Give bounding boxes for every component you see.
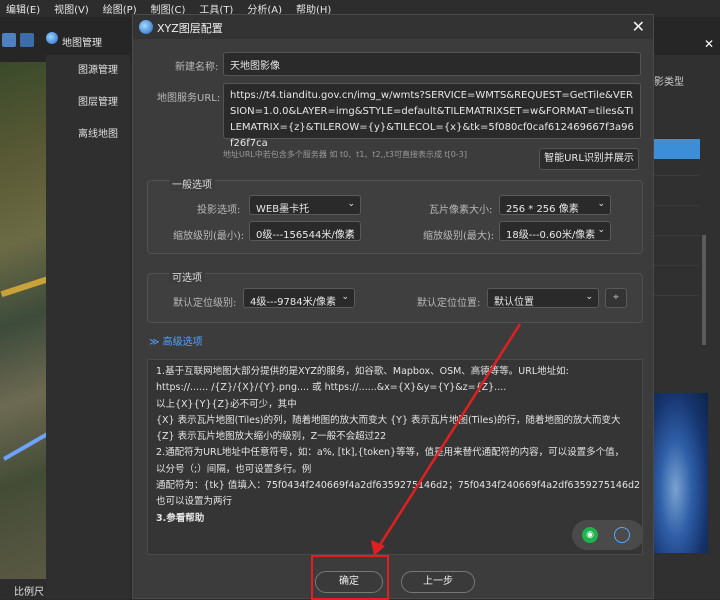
default-zoom-label: 默认定位级别: — [173, 298, 237, 309]
service-url-label: 地图服务URL: — [157, 93, 221, 104]
menu-view[interactable]: 视图(V) — [54, 1, 89, 16]
advanced-options-link[interactable]: ≫ 高级选项 — [149, 333, 203, 348]
contact-widget: ◉ — [572, 520, 642, 550]
tile-size-select[interactable]: 256 * 256 像素 ⌄ — [499, 195, 611, 215]
zoom-min-value: 0级---156544米/像素 — [256, 230, 355, 241]
chevron-down-icon: ⌄ — [341, 292, 349, 302]
help-line: 以分号（;）间隔，也可设置多行。例 — [156, 463, 312, 475]
default-location-label: 默认定位位置: — [417, 298, 481, 309]
zoom-max-value: 18级---0.60米/像素 — [506, 230, 596, 241]
list-divider — [654, 175, 700, 176]
satellite-map-view[interactable] — [0, 62, 46, 579]
help-line: {X} 表示瓦片地图(Tiles)的列，随着地图的放大而变大 {Y} 表示瓦片地… — [156, 414, 621, 426]
menu-edit[interactable]: 编辑(E) — [6, 1, 40, 16]
optional-group-title: 可选项 — [169, 269, 205, 284]
list-divider — [654, 265, 700, 266]
chevron-down-icon: ⌄ — [585, 292, 593, 302]
tile-size-label: 瓦片像素大小: — [429, 205, 493, 216]
close-icon[interactable]: ✕ — [632, 17, 645, 36]
projection-value: WEB墨卡托 — [256, 204, 310, 215]
list-divider — [654, 295, 700, 296]
smart-url-detect-button[interactable]: 智能URL识别并展示 — [539, 148, 639, 170]
nav-source-manage[interactable]: 图源管理 — [46, 55, 130, 87]
general-options-group — [147, 180, 643, 254]
new-name-label: 新建名称: — [175, 62, 219, 73]
help-line-link[interactable]: 3.参看帮助 — [156, 511, 634, 527]
list-divider — [654, 205, 700, 206]
general-options-title: 一般选项 — [169, 176, 215, 191]
projection-select[interactable]: WEB墨卡托 ⌄ — [249, 195, 361, 215]
default-location-select[interactable]: 默认位置 ⌄ — [487, 288, 599, 308]
help-line: 2.通配符为URL地址中任意符号，如：a%, [tk],{token}等等，值是… — [156, 447, 625, 459]
chevron-down-icon: ⌄ — [347, 225, 355, 235]
dialog-title: XYZ图层配置 — [157, 22, 223, 35]
nav-offline-map[interactable]: 离线地图 — [46, 119, 130, 151]
zoom-min-label: 缩放级别(最小): — [173, 231, 245, 242]
zoom-max-label: 缩放级别(最大): — [423, 231, 495, 242]
app-logo-icon — [139, 20, 153, 34]
help-line: 1.基于互联网地图大部分提供的是XYZ的服务，如谷歌、Mapbox、OSM、高德… — [156, 366, 569, 377]
qq-icon[interactable] — [614, 527, 630, 543]
panel-scrollbar[interactable] — [702, 235, 706, 345]
url-hint-text: 地址URL中若包含多个服务器 如 t0、t1、t2,,t3可直接表示成 t[0-… — [223, 150, 467, 159]
chevron-down-icon: ⌄ — [347, 199, 355, 209]
default-location-value: 默认位置 — [494, 297, 534, 308]
annotation-highlight-box — [311, 555, 389, 600]
layers-icon[interactable] — [20, 33, 34, 47]
help-line: https://...... /{Z}/{X}/{Y}.png.... 或 ht… — [156, 382, 507, 394]
column-header-type: 影类型 — [654, 77, 684, 88]
projection-label: 投影选项: — [197, 205, 241, 216]
help-line: 以上{X}{Y}{Z}必不可少，其中 — [156, 398, 297, 410]
help-text-panel: 1.基于互联网地图大部分提供的是XYZ的服务，如谷歌、Mapbox、OSM、高德… — [147, 359, 643, 555]
tile-size-value: 256 * 256 像素 — [506, 204, 579, 215]
wechat-icon[interactable]: ◉ — [582, 527, 598, 543]
default-zoom-value: 4级---9784米/像素 — [250, 297, 337, 308]
dialog-titlebar: XYZ图层配置 ✕ — [133, 15, 653, 39]
zoom-max-select[interactable]: 18级---0.60米/像素 ⌄ — [499, 221, 611, 241]
map-thumbnail — [654, 393, 708, 553]
chevron-down-icon: ⌄ — [597, 225, 605, 235]
map-manager-nav: 图源管理 图层管理 离线地图 — [46, 55, 130, 599]
layer-list-panel: ✕ 影类型 — [654, 37, 720, 599]
map-manager-logo-icon — [46, 32, 58, 44]
default-zoom-select[interactable]: 4级---9784米/像素 ⌄ — [243, 288, 355, 308]
selected-layer-row[interactable] — [654, 139, 700, 159]
previous-step-button[interactable]: 上一步 — [401, 571, 475, 593]
zoom-min-select[interactable]: 0级---156544米/像素 ⌄ — [249, 221, 361, 241]
help-line: 也可以设置为两行 — [156, 496, 233, 508]
nav-layer-manage[interactable]: 图层管理 — [46, 87, 130, 119]
help-line: {Z} 表示瓦片地图放大缩小的级别，Z一般不会超过22 — [156, 431, 387, 443]
map-river — [3, 427, 46, 461]
help-line: 通配符为：{tk} 值填入：75f0434f240669f4a2df635927… — [156, 480, 641, 492]
pick-location-icon[interactable]: ⌖ — [605, 288, 627, 308]
scale-label: 比例尺 — [0, 579, 46, 599]
chevron-down-icon: ⌄ — [597, 199, 605, 209]
map-manager-title: 地图管理 — [62, 38, 102, 49]
list-divider — [654, 235, 700, 236]
xyz-layer-config-dialog: XYZ图层配置 ✕ 新建名称: 天地图影像 地图服务URL: https://t… — [132, 14, 654, 600]
service-url-textarea[interactable]: https://t4.tianditu.gov.cn/img_w/wmts?SE… — [223, 83, 641, 149]
map-road — [0, 272, 46, 298]
panel-close-icon[interactable]: ✕ — [704, 37, 714, 51]
new-name-input[interactable]: 天地图影像 — [223, 52, 641, 76]
image-icon[interactable] — [2, 33, 16, 47]
